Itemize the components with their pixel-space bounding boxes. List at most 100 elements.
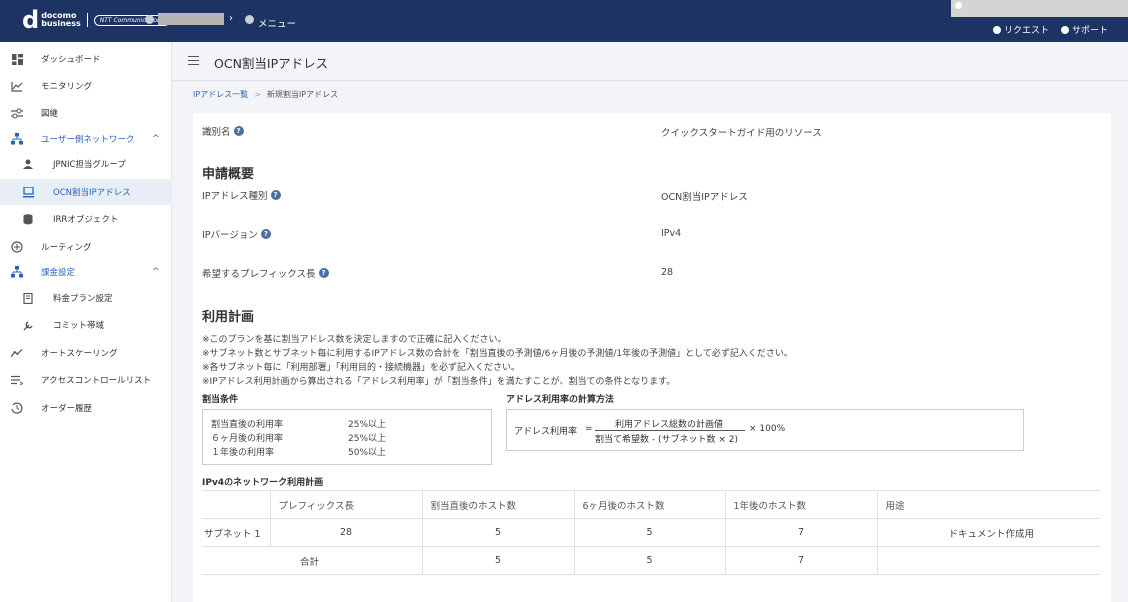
network-icon xyxy=(11,133,23,145)
prefix-value: 28 xyxy=(661,267,674,278)
cell-prefix: 28 xyxy=(269,518,423,547)
formula-lhs: アドレス利用率 xyxy=(514,427,578,437)
cell-purpose: ドキュメント作成用 xyxy=(876,518,1100,547)
version-label: IPバージョン? xyxy=(202,227,271,241)
wrench-icon xyxy=(22,319,34,331)
sidebar-item-ocn-ip[interactable]: OCN割当IPアドレス xyxy=(0,179,172,205)
formula-multiplier: × 100% xyxy=(749,424,786,434)
help-icon[interactable]: ? xyxy=(318,268,329,278)
settings-sliders-icon xyxy=(11,107,23,119)
help-icon[interactable]: ? xyxy=(270,190,281,200)
condition-value: 25%以上 xyxy=(348,434,387,444)
help-circle-icon xyxy=(1060,26,1069,34)
autoscale-icon xyxy=(11,347,23,359)
sidebar-item-acl[interactable]: アクセスコントロールリスト xyxy=(0,367,172,393)
cell-one-year: 7 xyxy=(724,518,878,547)
chevron-up-icon[interactable]: ^ xyxy=(152,134,160,144)
hamburger-icon[interactable] xyxy=(188,56,199,65)
network-plan-table: プレフィックス長 割当直後のホスト数 6ヶ月後のホスト数 1年後のホスト数 用途… xyxy=(202,490,1100,575)
sidebar-item-monitoring[interactable]: モニタリング xyxy=(0,73,172,99)
type-value: OCN割当IPアドレス xyxy=(661,192,748,203)
help-icon[interactable]: ? xyxy=(260,229,271,239)
user-icon xyxy=(955,2,962,9)
id-value: クイックスタートガイド用のリソース xyxy=(661,128,822,139)
support-link[interactable]: サポート xyxy=(1060,23,1108,36)
table-header-row: プレフィックス長 割当直後のホスト数 6ヶ月後のホスト数 1年後のホスト数 用途 xyxy=(202,490,1100,519)
history-icon xyxy=(11,402,23,414)
request-link[interactable]: リクエスト xyxy=(992,23,1049,36)
help-icon[interactable]: ? xyxy=(233,126,244,136)
menu-link[interactable]: メニュー xyxy=(258,16,296,30)
id-label: 識別名? xyxy=(202,124,244,138)
formula-title: アドレス利用率の計算方法 xyxy=(506,395,615,405)
list-icon xyxy=(11,374,23,386)
breadcrumb: IPアドレス一覧 > 新規割当IPアドレス xyxy=(193,90,339,99)
row-name: サブネット 1 xyxy=(202,518,271,547)
plan-note: ※各サブネット毎に「利用部署」「利用目的・接続機器」を必ず記入ください。 xyxy=(202,363,521,373)
version-value: IPv4 xyxy=(661,228,682,239)
prefix-label: 希望するプレフィックス長? xyxy=(202,266,329,280)
monitor-icon xyxy=(22,186,34,198)
masked-contract-name xyxy=(158,13,224,25)
table-row: サブネット 1 28 5 5 7 ドキュメント作成用 xyxy=(202,518,1100,547)
plan-note: ※サブネット数とサブネット毎に利用するIPアドレス数の合計を「割当直後の予測値/… xyxy=(202,349,793,359)
breadcrumb-ip-list[interactable]: IPアドレス一覧 xyxy=(193,90,248,99)
document-icon xyxy=(22,292,34,304)
plan-note: ※このプランを基に割当アドレス数を決定しますので正確に記入ください。 xyxy=(202,335,507,345)
conditions-box: 割当直後の利用率 25%以上 ６ヶ月後の利用率 25%以上 １年後の利用率 50… xyxy=(202,409,492,465)
total-label: 合計 xyxy=(202,546,423,575)
contract-icon xyxy=(145,15,154,24)
main-header: OCN割当IPアドレス xyxy=(172,42,1128,81)
brand-bottom: business xyxy=(41,19,81,28)
person-icon xyxy=(22,158,34,170)
table-total-row: 合計 5 5 7 xyxy=(202,546,1100,575)
sidebar-item-jpnic-group[interactable]: JPNIC担当グループ xyxy=(0,151,172,177)
routing-icon xyxy=(11,241,23,253)
sidebar-item-dashboard[interactable]: ダッシュボード xyxy=(0,46,172,72)
summary-title: 申請概要 xyxy=(202,167,255,182)
page-title: OCN割当IPアドレス xyxy=(214,56,329,71)
condition-label: ６ヶ月後の利用率 xyxy=(211,434,284,444)
plan-title: 利用計画 xyxy=(202,310,255,325)
total-one-year: 7 xyxy=(724,546,878,575)
condition-label: １年後の利用率 xyxy=(211,448,275,458)
sidebar-item-order-history[interactable]: オーダー履歴 xyxy=(0,395,172,421)
sidebar-item-irr-object[interactable]: IRRオブジェクト xyxy=(0,206,172,232)
sidebar-item-diagram[interactable]: 図継 xyxy=(0,100,172,126)
formula-equals: = xyxy=(585,424,593,434)
plan-note: ※IPアドレス利用計画から算出される「アドレス利用率」が「割当条件」を満たすこと… xyxy=(202,377,676,387)
menu-icon xyxy=(245,15,254,24)
formula-denominator: 割当て希望数 - (サブネット数 × 2) xyxy=(595,435,738,445)
column-header: 用途 xyxy=(876,490,1100,519)
chevron-right-icon: › xyxy=(229,13,233,24)
total-immediate: 5 xyxy=(421,546,575,575)
conditions-title: 割当条件 xyxy=(202,395,239,405)
sidebar-item-pricing-plan[interactable]: 料金プラン設定 xyxy=(0,285,172,311)
fraction-line xyxy=(595,430,745,431)
cell-immediate: 5 xyxy=(421,518,575,547)
network-icon xyxy=(11,266,23,278)
condition-value: 25%以上 xyxy=(348,420,387,430)
sidebar-item-billing[interactable]: 課金設定 ^ xyxy=(0,259,172,285)
sidebar-item-user-network[interactable]: ユーザー側ネットワーク ^ xyxy=(0,126,172,152)
sidebar: ダッシュボード モニタリング 図継 ユーザー側ネットワーク ^ JPNIC担当グ… xyxy=(0,42,172,602)
top-bar: d docomo business NTT Communications › メ… xyxy=(0,0,1128,42)
user-account[interactable] xyxy=(951,0,1128,17)
breadcrumb-current: 新規割当IPアドレス xyxy=(266,90,339,99)
bell-icon xyxy=(992,26,1001,34)
chevron-up-icon[interactable]: ^ xyxy=(152,267,160,277)
sidebar-item-commit-bandwidth[interactable]: コミット帯域 xyxy=(0,312,172,338)
formula-numerator: 利用アドレス総数の計画値 xyxy=(615,420,724,430)
cell-six-months: 5 xyxy=(573,518,726,547)
sidebar-item-autoscaling[interactable]: オートスケーリング xyxy=(0,340,172,366)
column-header: 1年後のホスト数 xyxy=(724,490,878,519)
network-table-title: IPv4のネットワーク利用計画 xyxy=(202,478,324,488)
column-header: 割当直後のホスト数 xyxy=(421,490,575,519)
sidebar-item-routing[interactable]: ルーティング xyxy=(0,234,172,260)
chart-line-icon xyxy=(11,80,23,92)
type-label: IPアドレス種別? xyxy=(202,188,281,202)
condition-value: 50%以上 xyxy=(348,448,387,458)
condition-label: 割当直後の利用率 xyxy=(211,420,284,430)
database-icon xyxy=(22,213,34,225)
dashboard-icon xyxy=(11,53,23,65)
